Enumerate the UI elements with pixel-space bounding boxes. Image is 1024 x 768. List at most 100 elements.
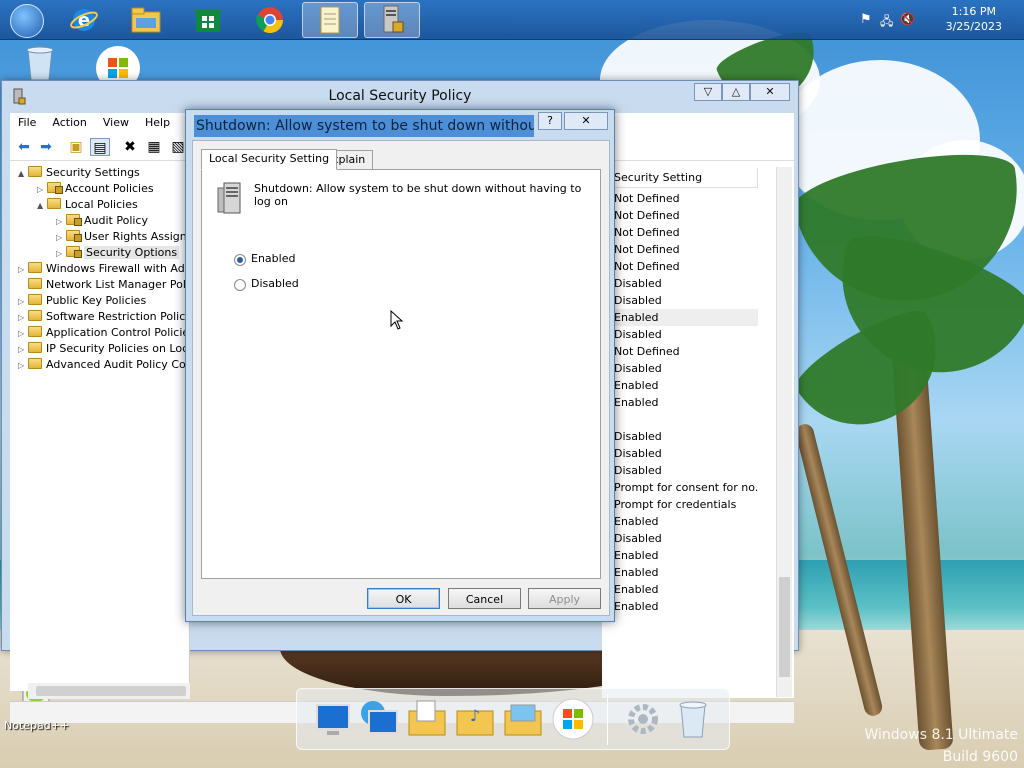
network-icon[interactable]: 🖧 — [880, 12, 893, 33]
tree-horizontal-scrollbar[interactable] — [28, 683, 190, 699]
table-row[interactable]: Disabled — [602, 360, 758, 377]
table-row[interactable]: Prompt for credentials — [602, 496, 758, 513]
security-policy-button[interactable] — [364, 2, 420, 38]
table-row[interactable]: Not Defined — [602, 343, 758, 360]
documents-folder-icon[interactable] — [405, 697, 449, 741]
radio-disabled[interactable] — [234, 279, 246, 291]
table-row[interactable]: Disabled — [602, 275, 758, 292]
help-button[interactable]: ? — [538, 112, 562, 130]
table-row[interactable]: Enabled — [602, 309, 758, 326]
ok-button[interactable]: OK — [367, 588, 440, 609]
table-row[interactable]: Disabled — [602, 445, 758, 462]
recycle-bin-icon[interactable] — [671, 697, 715, 741]
tree-item[interactable]: ▷ Advanced Audit Policy Configuration — [18, 357, 189, 374]
show-hide-tree-icon[interactable]: ▤ — [90, 138, 110, 156]
table-row[interactable]: Prompt for consent for no... — [602, 479, 758, 496]
tree-item[interactable]: ▷ Software Restriction Policies — [18, 309, 189, 326]
dialog-title[interactable]: Shutdown: Allow system to be shut down w… — [194, 115, 534, 137]
tab-local-security-setting[interactable]: Local Security Setting — [201, 149, 338, 170]
menu-view[interactable]: View — [95, 113, 137, 129]
cancel-button[interactable]: Cancel — [448, 588, 521, 609]
table-row[interactable]: Enabled — [602, 547, 758, 564]
expander-icon[interactable]: ▷ — [18, 262, 28, 278]
table-row[interactable]: Disabled — [602, 326, 758, 343]
back-arrow-icon[interactable]: ⬅ — [14, 138, 34, 156]
collapse-ribbon-button[interactable]: ▽ — [694, 83, 722, 101]
table-row[interactable]: Disabled — [602, 462, 758, 479]
start-button[interactable] — [10, 4, 44, 38]
list-vertical-scrollbar[interactable] — [776, 167, 792, 697]
table-row[interactable] — [602, 411, 758, 428]
radio-enabled[interactable] — [234, 254, 246, 266]
tree-item[interactable]: ▲ Security Settings — [18, 165, 140, 181]
menu-action[interactable]: Action — [44, 113, 94, 129]
menu-file[interactable]: File — [10, 113, 44, 129]
table-row[interactable]: Disabled — [602, 530, 758, 547]
expander-icon[interactable]: ▷ — [18, 342, 28, 358]
table-row[interactable]: Enabled — [602, 598, 758, 615]
tree-item[interactable]: ▷ Public Key Policies — [18, 293, 146, 309]
up-folder-icon[interactable]: ▣ — [66, 138, 86, 156]
expander-icon[interactable]: ▷ — [56, 214, 66, 230]
table-row[interactable]: Enabled — [602, 564, 758, 581]
table-row[interactable]: Not Defined — [602, 258, 758, 275]
expander-icon[interactable]: ▲ — [18, 166, 28, 182]
tree-item[interactable]: ▷ Audit Policy — [56, 213, 148, 229]
tree-item[interactable]: ▷ Application Control Policies — [18, 325, 189, 342]
flag-icon[interactable]: ⚑ — [860, 12, 872, 27]
store-button[interactable] — [180, 2, 236, 38]
apply-button[interactable]: Apply — [528, 588, 601, 609]
table-row[interactable]: Enabled — [602, 377, 758, 394]
expander-icon[interactable]: ▷ — [18, 310, 28, 326]
settings-gear-icon[interactable] — [621, 697, 665, 741]
radio-disabled-label[interactable]: Disabled — [251, 277, 299, 290]
scroll-thumb[interactable] — [779, 577, 790, 677]
computer-icon[interactable] — [311, 697, 355, 741]
dialog-close-button[interactable]: ✕ — [564, 112, 608, 130]
table-row[interactable]: Enabled — [602, 513, 758, 530]
speaker-muted-icon[interactable]: 🔇 — [900, 12, 915, 26]
tree-item[interactable]: ▷ IP Security Policies on Local Computer — [18, 341, 189, 358]
table-row[interactable]: Disabled — [602, 292, 758, 309]
expander-icon[interactable]: ▷ — [56, 230, 66, 246]
notepad-button[interactable] — [302, 2, 358, 38]
tree-item[interactable]: ▷ Windows Firewall with Advanced Security — [18, 261, 189, 278]
table-row[interactable]: Enabled — [602, 581, 758, 598]
tree-item[interactable]: ▲ Local Policies — [37, 197, 138, 213]
table-row[interactable]: Not Defined — [602, 241, 758, 258]
properties-icon[interactable]: ▦ — [144, 138, 164, 156]
expander-icon[interactable]: ▷ — [18, 294, 28, 310]
windows-start-icon[interactable] — [551, 697, 595, 741]
expander-icon[interactable]: ▲ — [37, 198, 47, 214]
menu-help[interactable]: Help — [137, 113, 178, 129]
table-row[interactable]: Enabled — [602, 394, 758, 411]
tree-item[interactable]: ▷ User Rights Assignment — [56, 229, 189, 246]
tree-item[interactable]: ▷ Account Policies — [37, 181, 154, 197]
column-security-setting[interactable]: Security Setting — [602, 168, 758, 188]
scroll-thumb[interactable] — [36, 686, 186, 696]
network-computer-icon[interactable] — [357, 697, 401, 741]
table-row[interactable]: Not Defined — [602, 190, 758, 207]
table-row[interactable]: Not Defined — [602, 224, 758, 241]
forward-arrow-icon[interactable]: ➡ — [36, 138, 56, 156]
music-folder-icon[interactable]: ♪ — [453, 697, 497, 741]
ie-button[interactable]: e — [56, 2, 112, 38]
chrome-button[interactable] — [242, 2, 298, 38]
delete-icon[interactable]: ✖ — [120, 138, 140, 156]
radio-enabled-label[interactable]: Enabled — [251, 252, 295, 265]
expander-icon[interactable]: ▷ — [18, 358, 28, 374]
file-explorer-button[interactable] — [118, 2, 174, 38]
main-titlebar[interactable]: Local Security Policy ▽ △ ✕ — [2, 81, 798, 111]
table-row[interactable]: Not Defined — [602, 207, 758, 224]
pictures-folder-icon[interactable] — [501, 697, 545, 741]
tree-item[interactable]: ▷ Security Options — [56, 245, 180, 262]
maximize-button[interactable]: △ — [722, 83, 750, 101]
windows-desktop-icon[interactable] — [86, 46, 150, 90]
expander-icon[interactable]: ▷ — [56, 246, 66, 262]
clock[interactable]: 1:16 PM 3/25/2023 — [946, 4, 1002, 34]
recycle-bin-desktop-icon[interactable] — [8, 46, 72, 83]
tree-item[interactable]: Network List Manager Policies — [18, 277, 189, 293]
expander-icon[interactable]: ▷ — [18, 326, 28, 342]
table-row[interactable]: Disabled — [602, 428, 758, 445]
expander-icon[interactable]: ▷ — [37, 182, 47, 198]
